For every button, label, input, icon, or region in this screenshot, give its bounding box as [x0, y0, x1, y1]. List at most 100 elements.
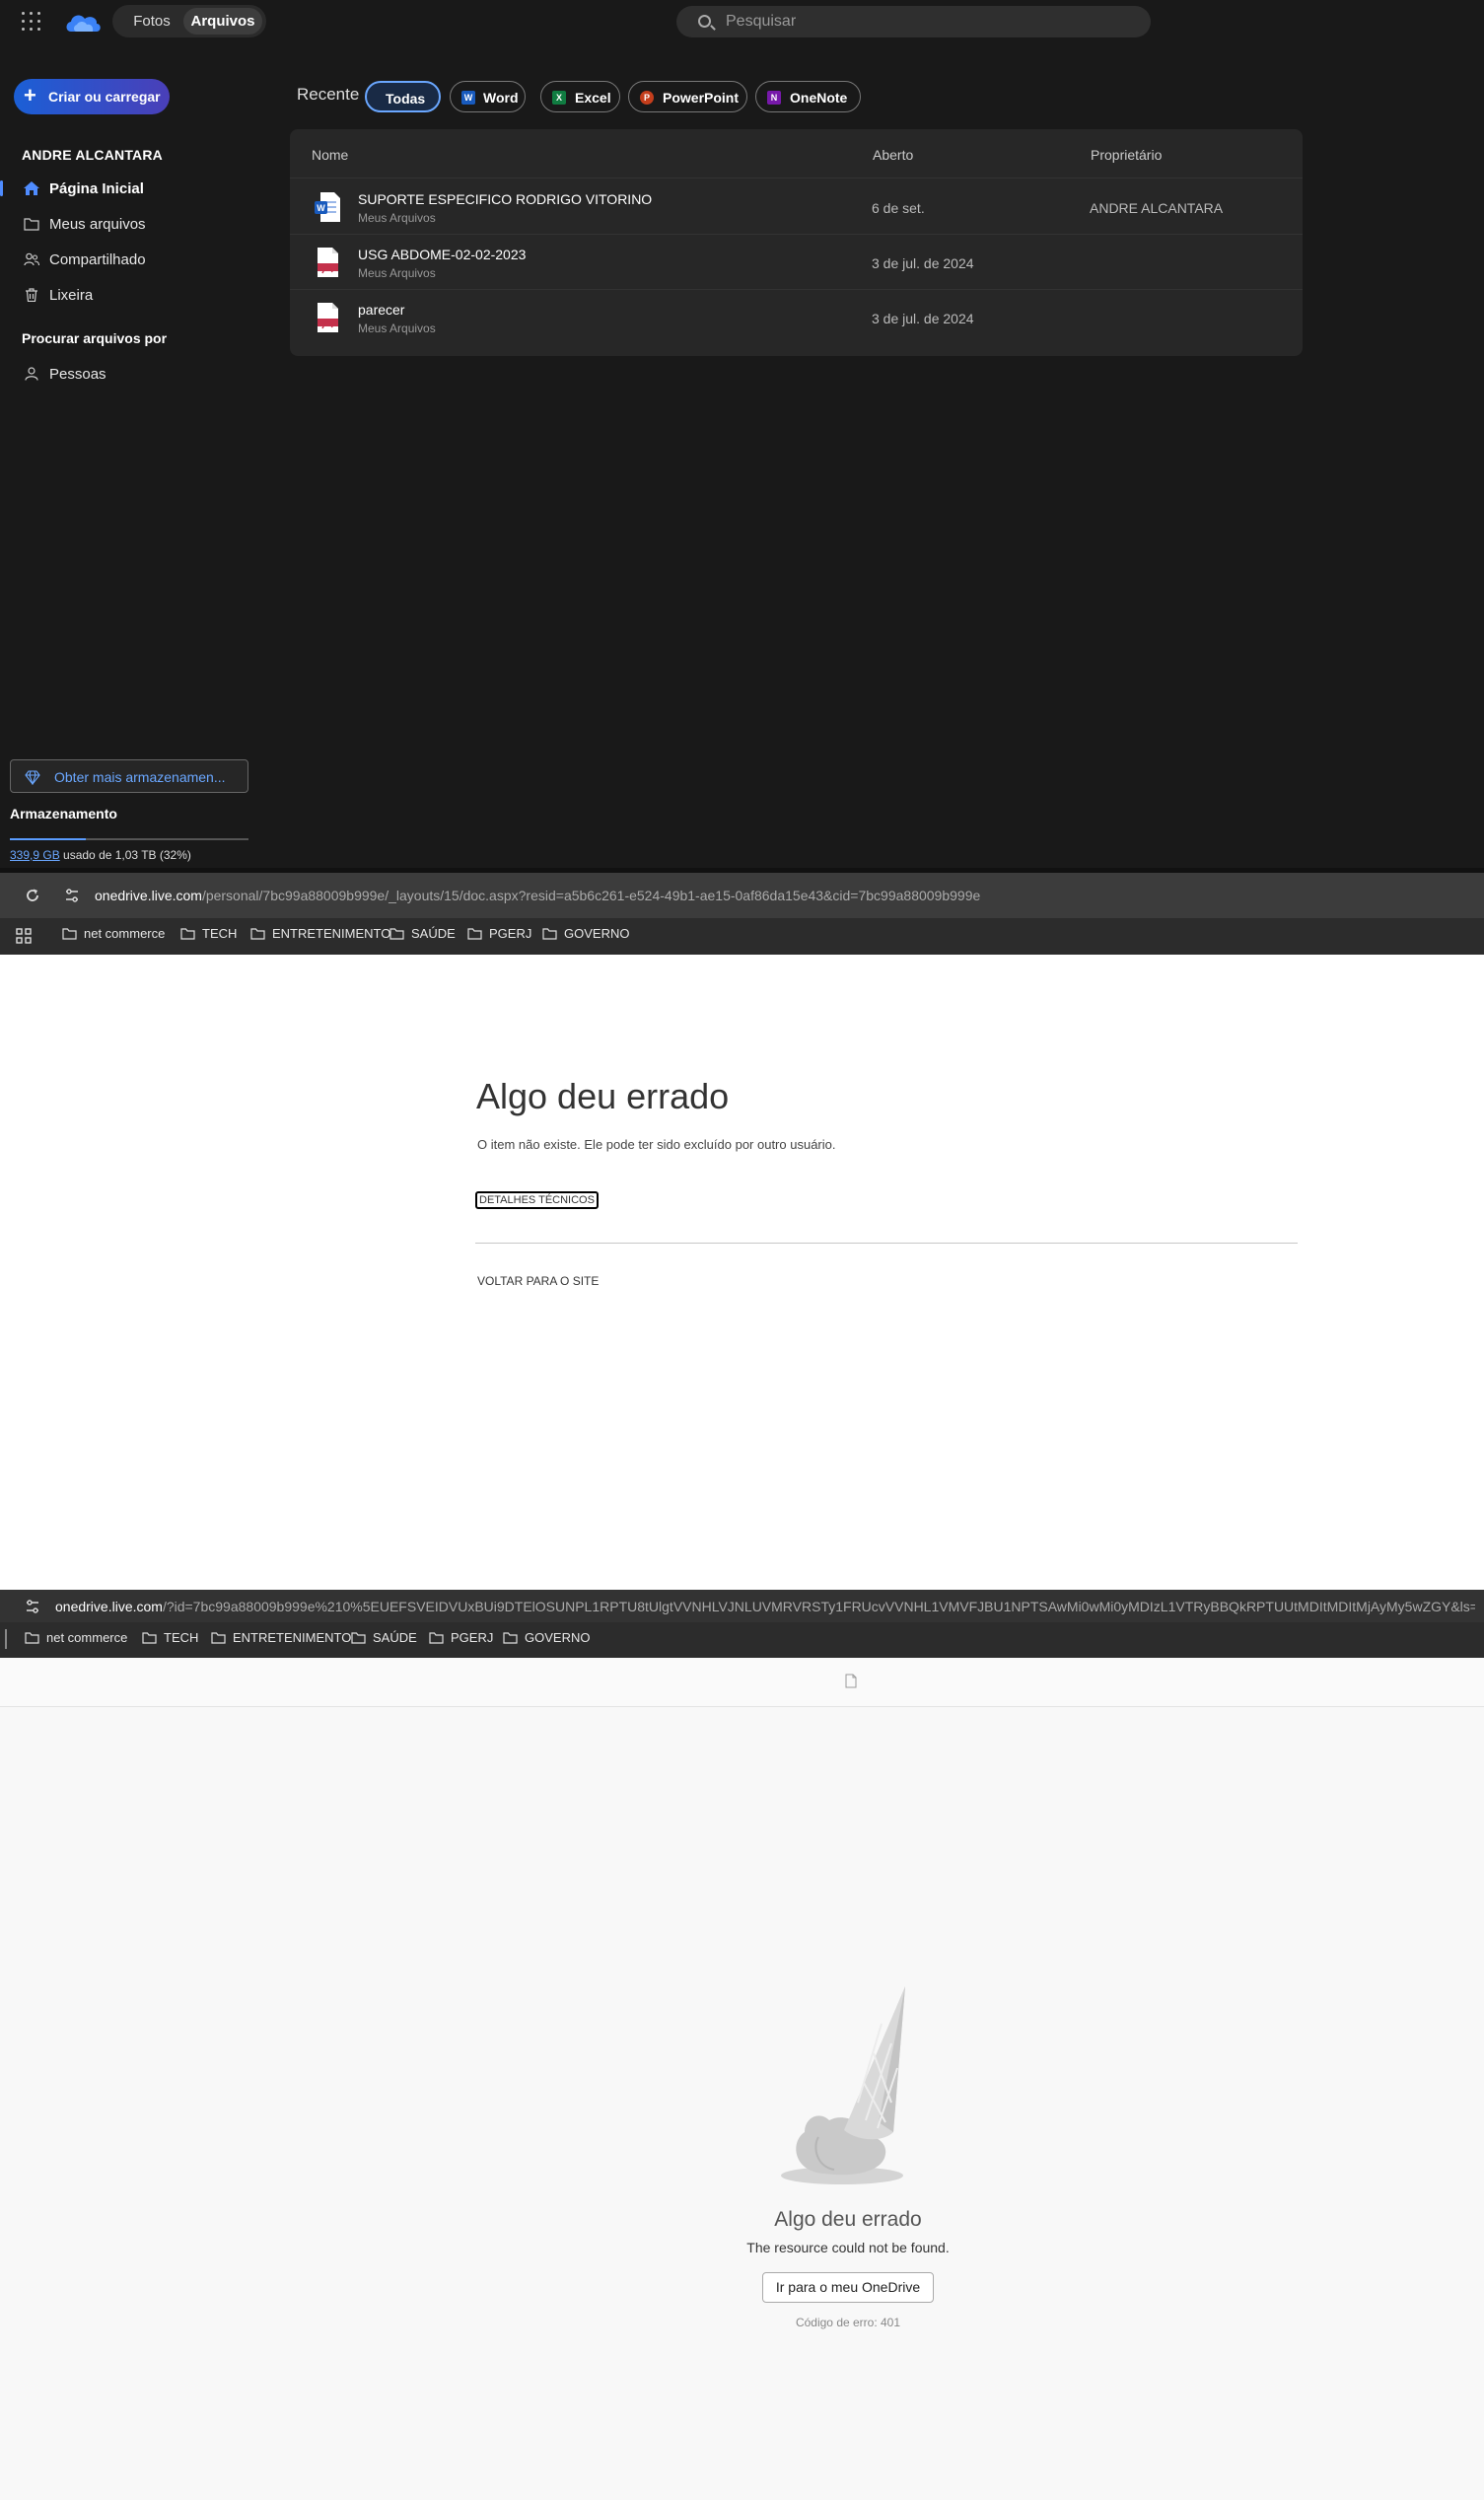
filter-label: Todas — [386, 91, 426, 107]
search-icon — [698, 15, 711, 28]
apps-grid-icon[interactable] — [16, 928, 32, 944]
document-icon — [845, 1674, 857, 1688]
url-text[interactable]: onedrive.live.com/personal/7bc99a88009b9… — [95, 888, 980, 903]
search-box[interactable]: Pesquisar — [676, 6, 1151, 37]
address-bar: onedrive.live.com/personal/7bc99a88009b9… — [0, 873, 1484, 918]
diamond-icon — [25, 770, 40, 785]
file-opened-date: 6 de set. — [872, 200, 925, 216]
sidebar-item-people[interactable]: Pessoas — [0, 359, 247, 389]
sidebar-item-label: Pessoas — [49, 366, 106, 383]
table-row[interactable]: parecer Meus Arquivos 3 de jul. de 2024 — [290, 290, 1303, 345]
person-icon — [25, 367, 38, 381]
folder-icon — [503, 1632, 518, 1644]
error-message: O item não existe. Ele pode ter sido exc… — [477, 1137, 836, 1152]
storage-used-link[interactable]: 339,9 GB — [10, 848, 60, 862]
pdf-file-icon — [318, 303, 338, 332]
url-host: onedrive.live.com — [55, 1599, 163, 1614]
tab-photos[interactable]: Fotos — [120, 8, 183, 35]
bookmark-label: PGERJ — [451, 1630, 494, 1645]
bookmarks-bar: net commerce TECH ENTRETENIMENTO SAÚDE P… — [0, 1622, 1484, 1658]
sidebar-item-label: Página Inicial — [49, 180, 144, 197]
folder-icon — [467, 928, 482, 940]
column-owner[interactable]: Proprietário — [1091, 147, 1162, 163]
table-row[interactable]: W SUPORTE ESPECIFICO RODRIGO VITORINO Me… — [290, 179, 1303, 235]
file-name[interactable]: parecer — [358, 302, 404, 318]
go-to-my-onedrive-button[interactable]: Ir para o meu OneDrive — [762, 2272, 934, 2303]
column-name[interactable]: Nome — [312, 147, 348, 163]
address-bar: onedrive.live.com/?id=7bc99a88009b999e%2… — [0, 1590, 1484, 1622]
recent-files-table: Nome Aberto Proprietário W SUPORTE ESPEC… — [290, 129, 1303, 356]
table-row[interactable]: USG ABDOME-02-02-2023 Meus Arquivos 3 de… — [290, 235, 1303, 290]
sidebar-item-trash[interactable]: Lixeira — [0, 280, 247, 310]
folder-icon — [542, 928, 557, 940]
browse-by-heading: Procurar arquivos por — [22, 330, 168, 346]
sidebar-item-home[interactable]: Página Inicial — [0, 174, 247, 203]
tab-files[interactable]: Arquivos — [183, 8, 262, 35]
folder-icon — [250, 928, 265, 940]
bookmark-label: TECH — [202, 926, 238, 941]
file-name[interactable]: USG ABDOME-02-02-2023 — [358, 247, 526, 262]
onedrive-logo-icon[interactable] — [63, 8, 103, 36]
bookmark-label: net commerce — [84, 926, 166, 941]
table-header: Nome Aberto Proprietário — [290, 129, 1303, 179]
storage-total-text: usado de 1,03 TB (32%) — [59, 848, 191, 862]
reload-icon[interactable] — [25, 888, 40, 903]
file-name[interactable]: SUPORTE ESPECIFICO RODRIGO VITORINO — [358, 191, 652, 207]
bookmark-label: GOVERNO — [564, 926, 630, 941]
onenote-icon: N — [767, 91, 781, 105]
filter-powerpoint[interactable]: P PowerPoint — [628, 81, 747, 112]
file-location: Meus Arquivos — [358, 211, 436, 225]
app-launcher-icon[interactable] — [22, 12, 41, 32]
folder-icon — [351, 1632, 366, 1644]
filter-label: Word — [483, 90, 519, 106]
onedrive-app: Fotos Arquivos Pesquisar + Criar ou carr… — [0, 0, 1484, 873]
bookmark-label: ENTRETENIMENTO — [233, 1630, 352, 1645]
bookmarks-bar: net commerce TECH ENTRETENIMENTO SAÚDE P… — [0, 918, 1484, 955]
column-opened[interactable]: Aberto — [873, 147, 913, 163]
recent-heading: Recente — [297, 85, 360, 104]
sidebar-item-my-files[interactable]: Meus arquivos — [0, 209, 247, 239]
filter-excel[interactable]: X Excel — [540, 81, 620, 112]
create-or-upload-button[interactable]: + Criar ou carregar — [14, 79, 170, 114]
folder-icon — [389, 928, 404, 940]
filter-label: OneNote — [790, 90, 848, 106]
url-text[interactable]: onedrive.live.com/?id=7bc99a88009b999e%2… — [55, 1599, 1475, 1614]
technical-details-button[interactable]: DETALHES TÉCNICOS — [475, 1191, 599, 1209]
powerpoint-icon: P — [640, 91, 654, 105]
folder-icon — [142, 1632, 157, 1644]
back-to-site-link[interactable]: VOLTAR PARA O SITE — [477, 1274, 599, 1288]
folder-icon — [62, 928, 77, 940]
top-bar: Fotos Arquivos Pesquisar — [0, 0, 1484, 45]
search-input[interactable]: Pesquisar — [726, 13, 796, 31]
error-title: Algo deu errado — [774, 2208, 922, 2231]
dropped-ice-cream-illustration — [781, 1986, 905, 2184]
bookmark-label: SAÚDE — [373, 1630, 417, 1645]
people-icon — [24, 252, 39, 266]
filter-onenote[interactable]: N OneNote — [755, 81, 861, 112]
bookmark-label: GOVERNO — [525, 1630, 591, 1645]
error-page-resource-not-found: Algo deu errado The resource could not b… — [0, 1658, 1484, 2500]
storage-progress-bar — [10, 838, 248, 840]
filter-all[interactable]: Todas — [365, 81, 441, 112]
filter-label: PowerPoint — [663, 90, 740, 106]
error-message: The resource could not be found. — [746, 2240, 950, 2255]
page-header — [0, 1658, 1484, 1707]
site-info-icon[interactable] — [24, 1598, 41, 1615]
folder-icon — [429, 1632, 444, 1644]
sidebar-item-shared[interactable]: Compartilhado — [0, 245, 247, 274]
bookmark-label: net commerce — [46, 1630, 128, 1645]
svg-text:W: W — [317, 203, 325, 213]
url-host: onedrive.live.com — [95, 888, 202, 903]
url-path: /personal/7bc99a88009b999e/_layouts/15/d… — [201, 888, 981, 903]
word-file-icon: W — [315, 192, 340, 222]
bookmark-label: ENTRETENIMENTO — [272, 926, 391, 941]
get-more-storage-button[interactable]: Obter mais armazenamen... — [10, 759, 248, 793]
word-icon: W — [461, 91, 475, 105]
folder-icon — [211, 1632, 226, 1644]
bookmark-label: TECH — [164, 1630, 199, 1645]
bookmark-label: PGERJ — [489, 926, 532, 941]
create-button-label: Criar ou carregar — [48, 89, 161, 105]
filter-word[interactable]: W Word — [450, 81, 526, 112]
error-code: Código de erro: 401 — [795, 2316, 901, 2329]
site-info-icon[interactable] — [63, 887, 81, 904]
